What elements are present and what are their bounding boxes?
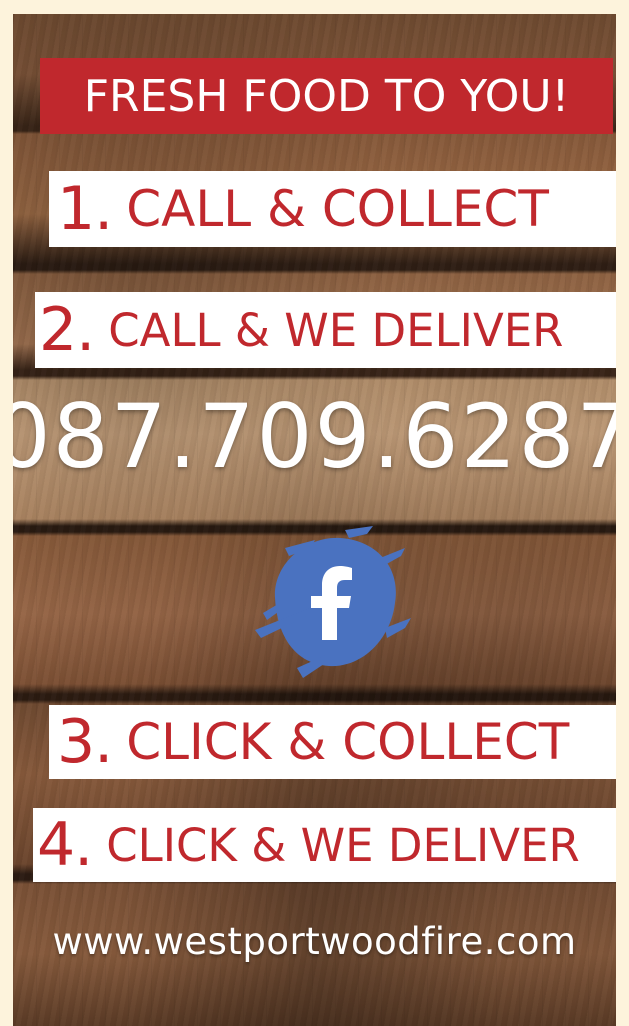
step-number: 4. [37,810,93,880]
step-text: CLICK & WE DELIVER [106,818,580,872]
facebook-icon[interactable] [245,518,413,686]
step-number: 3. [57,707,113,777]
step-click-deliver: 4. CLICK & WE DELIVER [33,808,616,882]
poster: FRESH FOOD TO YOU! 1. CALL & COLLECT 2. … [13,14,616,1026]
step-number: 1. [57,174,113,244]
step-call-deliver: 2. CALL & WE DELIVER [35,292,616,368]
website-text: www.westportwoodfire.com [52,919,577,963]
headline-text: FRESH FOOD TO YOU! [83,70,570,122]
phone-number-text: 087.709.6287 [13,384,616,488]
step-text: CALL & WE DELIVER [108,303,564,357]
step-click-collect: 3. CLICK & COLLECT [49,705,616,779]
step-text: CLICK & COLLECT [126,713,570,771]
step-call-collect: 1. CALL & COLLECT [49,171,616,247]
step-number: 2. [39,295,95,365]
step-text: CALL & COLLECT [126,180,549,238]
facebook-brush-icon [255,526,411,678]
website-link[interactable]: www.westportwoodfire.com [13,914,616,968]
headline-banner: FRESH FOOD TO YOU! [40,58,613,134]
phone-number[interactable]: 087.709.6287 [13,384,616,488]
